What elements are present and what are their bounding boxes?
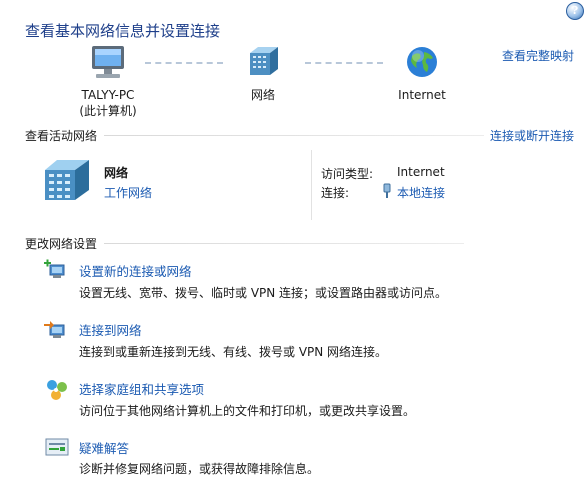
local-connection-link[interactable]: 本地连接 (397, 184, 445, 201)
help-icon[interactable]: ? (566, 2, 584, 20)
task-description: 设置无线、宽带、拨号、临时或 VPN 连接；或设置路由器或访问点。 (79, 286, 448, 300)
task-description: 访问位于其他网络计算机上的文件和打印机，或更改共享设置。 (79, 404, 416, 418)
computer-name: TALYY-PC (81, 88, 135, 102)
connect-network-icon (44, 319, 70, 341)
computer-icon (86, 44, 130, 82)
access-type-label: 访问类型: (321, 167, 374, 181)
network-type-link[interactable]: 工作网络 (104, 184, 152, 201)
connection-label: 连接: (321, 186, 350, 200)
setup-new-connection-link[interactable]: 设置新的连接或网络 (79, 261, 192, 280)
section-divider (104, 135, 484, 136)
view-full-map-link[interactable]: 查看完整映射 (502, 47, 574, 64)
change-settings-heading: 更改网络设置 (25, 237, 98, 251)
ethernet-icon (381, 183, 393, 199)
homegroup-sharing-link[interactable]: 选择家庭组和共享选项 (79, 379, 204, 398)
computer-sublabel: (此计算机) (79, 104, 137, 118)
active-networks-heading: 查看活动网络 (25, 129, 98, 143)
network-building-icon (43, 156, 93, 202)
connect-disconnect-link[interactable]: 连接或断开连接 (490, 127, 574, 144)
new-connection-icon (44, 259, 70, 281)
internet-label: Internet (398, 88, 446, 102)
troubleshoot-icon (44, 437, 70, 459)
task-description: 连接到或重新连接到无线、有线、拨号或 VPN 网络连接。 (79, 345, 388, 359)
troubleshoot-link[interactable]: 疑难解答 (79, 438, 129, 457)
vertical-divider (311, 150, 312, 220)
computer-label: TALYY-PC (此计算机) (58, 87, 158, 119)
access-type-value: Internet (397, 165, 445, 179)
section-divider (104, 243, 464, 244)
task-description: 诊断并修复网络问题，或获得故障排除信息。 (79, 462, 320, 476)
connect-to-network-link[interactable]: 连接到网络 (79, 320, 142, 339)
network-icon (246, 45, 280, 79)
connector-line (145, 62, 223, 64)
homegroup-icon (44, 378, 70, 402)
connector-line (305, 62, 383, 64)
page-title: 查看基本网络信息并设置连接 (25, 22, 221, 40)
network-label: 网络 (250, 88, 275, 102)
active-network-name: 网络 (104, 166, 129, 180)
globe-icon (406, 46, 438, 78)
